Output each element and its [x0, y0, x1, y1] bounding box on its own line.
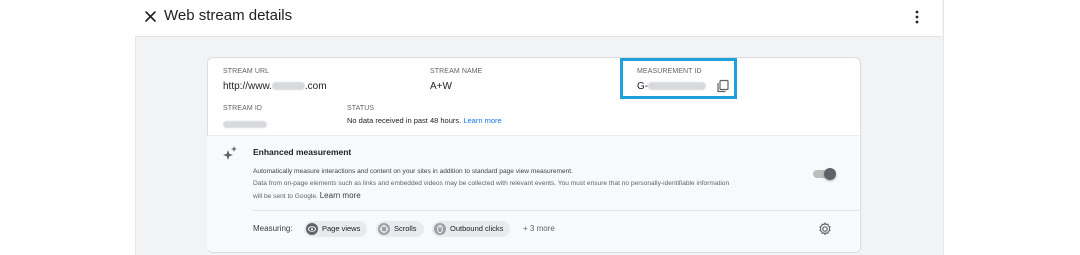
- stream-id-value: [223, 116, 267, 134]
- enhanced-desc-line2: Data from on-page elements such as links…: [253, 180, 730, 187]
- stream-name-value: A+W: [430, 81, 452, 92]
- more-measurements-link[interactable]: + 3 more: [523, 224, 555, 233]
- stream-url-suffix: .com: [304, 81, 327, 92]
- enhanced-measurement-title: Enhanced measurement: [253, 147, 352, 157]
- status-message: No data received in past 48 hours.: [347, 116, 462, 125]
- more-vert-icon: [915, 10, 919, 24]
- enhanced-desc-line3: will be sent to Google. Learn more: [253, 191, 361, 200]
- enhanced-desc-line1: Automatically measure interactions and c…: [253, 168, 573, 175]
- section-divider: [253, 210, 859, 211]
- chip-outbound-clicks[interactable]: Outbound clicks: [432, 221, 511, 237]
- status-learn-more-link[interactable]: Learn more: [463, 116, 501, 125]
- sparkle-icon: [222, 145, 238, 161]
- enhanced-settings-button[interactable]: [817, 221, 833, 237]
- chip-label: Page views: [322, 224, 361, 233]
- close-button[interactable]: [140, 6, 162, 28]
- measurement-id-highlight: [620, 58, 737, 99]
- stream-url-label: STREAM URL: [223, 68, 270, 75]
- chip-label: Outbound clicks: [450, 224, 504, 233]
- status-text: No data received in past 48 hours. Learn…: [347, 116, 502, 125]
- toggle-knob: [824, 168, 836, 180]
- eye-icon: [306, 223, 318, 235]
- enhanced-measurement-toggle[interactable]: [811, 168, 836, 180]
- measuring-label: Measuring:: [253, 224, 293, 233]
- more-options-button[interactable]: [906, 6, 928, 28]
- chip-scrolls[interactable]: Scrolls: [376, 221, 424, 237]
- stream-id-label: STREAM ID: [223, 105, 263, 112]
- scroll-icon: [378, 223, 390, 235]
- enhanced-learn-more-link[interactable]: Learn more: [320, 191, 361, 200]
- click-icon: [434, 223, 446, 235]
- chip-label: Scrolls: [394, 224, 417, 233]
- close-icon: [145, 11, 156, 22]
- gear-icon: [819, 222, 831, 235]
- page-title: Web stream details: [164, 7, 293, 24]
- stream-url-value: http://www. .com: [223, 81, 327, 92]
- redacted-domain: [271, 82, 305, 91]
- stream-name-label: STREAM NAME: [430, 68, 483, 75]
- enhanced-desc-line3-text: will be sent to Google.: [253, 193, 318, 200]
- status-label: STATUS: [347, 105, 375, 112]
- stream-url-prefix: http://www.: [223, 81, 272, 92]
- redacted-stream-id: [223, 121, 267, 129]
- chip-page-views[interactable]: Page views: [304, 221, 368, 237]
